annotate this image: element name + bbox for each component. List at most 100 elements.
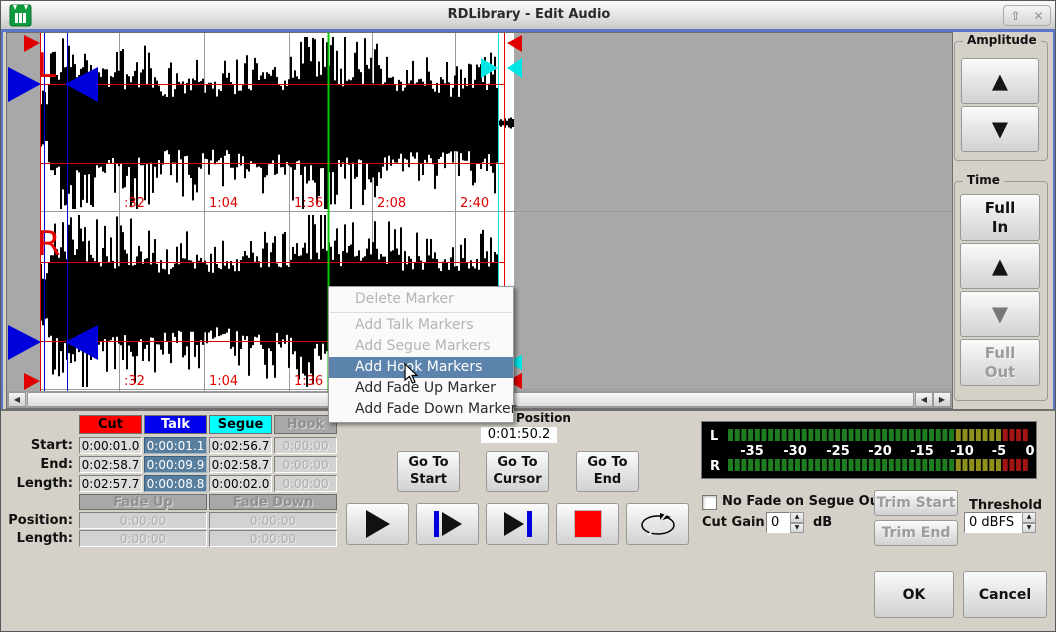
play-button[interactable] (346, 503, 409, 545)
spin-down-icon[interactable]: ▼ (790, 523, 804, 534)
loop-button[interactable] (626, 503, 689, 545)
go-to-end-button[interactable]: Go To End (576, 451, 639, 492)
no-fade-on-segue-out-checkbox[interactable] (702, 495, 717, 510)
talk-start-value: 0:00:01.1 (144, 437, 207, 454)
meter-segment (815, 429, 820, 441)
meter-segment (822, 459, 827, 471)
trim-start-button[interactable]: Trim Start (874, 490, 958, 516)
meter-scale-label: -5 (992, 444, 1006, 459)
meter-segment (768, 459, 773, 471)
menu-item-add-segue-markers[interactable]: Add Segue Markers (329, 336, 513, 357)
time-label: 1:04 (209, 374, 238, 389)
cut-column-header: Cut (79, 415, 142, 434)
meter-segment (1016, 459, 1021, 471)
meter-segment (808, 459, 813, 471)
play-from-cursor-button[interactable] (416, 503, 479, 545)
time-label: :32 (124, 196, 145, 211)
scroll-left-icon[interactable]: ◀ (915, 392, 933, 407)
meter-segment (815, 459, 820, 471)
meter-segment (829, 429, 834, 441)
threshold-spinner[interactable]: ▲ ▼ (1022, 512, 1036, 533)
spin-down-icon[interactable]: ▼ (1022, 523, 1036, 534)
meter-segment (929, 429, 934, 441)
amplitude-down-button[interactable]: ▼ (961, 106, 1039, 152)
meter-segment (896, 429, 901, 441)
meter-left-label: L (710, 429, 718, 444)
scroll-left-icon[interactable]: ◀ (8, 392, 26, 407)
menu-item-delete-marker[interactable]: Delete Marker (329, 289, 513, 310)
amplitude-up-button[interactable]: ▲ (961, 58, 1039, 104)
meter-segment (835, 429, 840, 441)
meter-segment (802, 429, 807, 441)
ok-button[interactable]: OK (874, 571, 954, 618)
title-bar[interactable]: RDLibrary - Edit Audio ⇧ ✕ (1, 1, 1056, 30)
time-full-out-button[interactable]: Full Out (960, 339, 1040, 386)
spin-up-icon[interactable]: ▲ (790, 512, 804, 523)
stop-icon (574, 510, 602, 538)
play-to-cursor-button[interactable] (486, 503, 549, 545)
meter-segment (788, 459, 793, 471)
fade-header-row: Fade Up Fade Down (3, 494, 337, 510)
meter-segment (748, 429, 753, 441)
time-zoom-in-button[interactable]: ▲ (960, 243, 1040, 289)
meter-segment (728, 459, 733, 471)
menu-item-add-fade-down-marker[interactable]: Add Fade Down Marker (329, 399, 513, 420)
meter-segment (775, 459, 780, 471)
talk-end-value: 0:00:09.9 (144, 456, 207, 473)
up-arrow-icon: ▲ (992, 256, 1008, 277)
fade-up-position-value: 0:00:00 (79, 512, 207, 529)
go-to-cursor-label: Go To Cursor (493, 455, 543, 488)
meter-segment (949, 429, 954, 441)
meter-segment (983, 459, 988, 471)
go-to-cursor-button[interactable]: Go To Cursor (486, 451, 549, 492)
spin-up-icon[interactable]: ▲ (1022, 512, 1036, 523)
time-full-in-button[interactable]: Full In (960, 194, 1040, 241)
meter-segment (916, 459, 921, 471)
time-group: Time Full In ▲ ▼ Full Out (954, 181, 1048, 401)
meter-segment (862, 459, 867, 471)
meter-segment (969, 459, 974, 471)
scroll-right-icon[interactable]: ▶ (933, 392, 951, 407)
cut-gain-spinner[interactable]: ▲ ▼ (790, 512, 804, 533)
cut-start-value: 0:00:01.0 (79, 437, 142, 454)
meter-segment (882, 459, 887, 471)
time-zoom-out-button[interactable]: ▼ (960, 291, 1040, 337)
meter-segment (849, 429, 854, 441)
meter-segment (909, 459, 914, 471)
hook-end-value: 0:00:00 (274, 456, 337, 473)
threshold-input[interactable]: 0 dBFS (964, 512, 1022, 533)
go-to-start-button[interactable]: Go To Start (397, 451, 460, 492)
meter-segment (762, 429, 767, 441)
threshold-label: Threshold (969, 498, 1042, 513)
meter-scale-label: -30 (783, 444, 807, 459)
cut-length-value: 0:02:57.7 (79, 475, 142, 492)
menu-item-add-fade-up-marker[interactable]: Add Fade Up Marker (329, 378, 513, 399)
time-label: 2:40 (460, 196, 489, 211)
fade-length-row: Length: 0:00:00 0:00:00 (3, 530, 337, 547)
shade-window-icon[interactable]: ⇧ (1010, 10, 1020, 22)
cut-gain-input[interactable]: 0 (766, 512, 790, 533)
time-group-title: Time (963, 173, 1004, 187)
meter-scale-label: -10 (950, 444, 974, 459)
menu-item-add-hook-markers[interactable]: Add Hook Markers (329, 357, 513, 378)
meter-segment (936, 429, 941, 441)
hook-length-value: 0:00:00 (274, 475, 337, 492)
meter-scale-label: -25 (826, 444, 850, 459)
meter-scale-label: -15 (910, 444, 934, 459)
stop-button[interactable] (556, 503, 619, 545)
menu-item-add-talk-markers[interactable]: Add Talk Markers (329, 315, 513, 336)
trim-end-button[interactable]: Trim End (874, 520, 958, 546)
fade-up-length-value: 0:00:00 (79, 530, 207, 547)
position-label: Position (516, 411, 571, 425)
meter-segment (795, 429, 800, 441)
cancel-button[interactable]: Cancel (963, 571, 1047, 618)
right-channel-label: R (37, 224, 61, 264)
segue-end-value: 0:02:58.7 (209, 456, 272, 473)
fade-up-header: Fade Up (79, 494, 207, 510)
end-row: End: 0:02:58.7 0:00:09.9 0:02:58.7 0:00:… (3, 456, 337, 473)
close-window-icon[interactable]: ✕ (1033, 10, 1043, 22)
meter-segment (768, 429, 773, 441)
meter-segment (808, 429, 813, 441)
meter-segment (822, 429, 827, 441)
meter-segment (802, 459, 807, 471)
